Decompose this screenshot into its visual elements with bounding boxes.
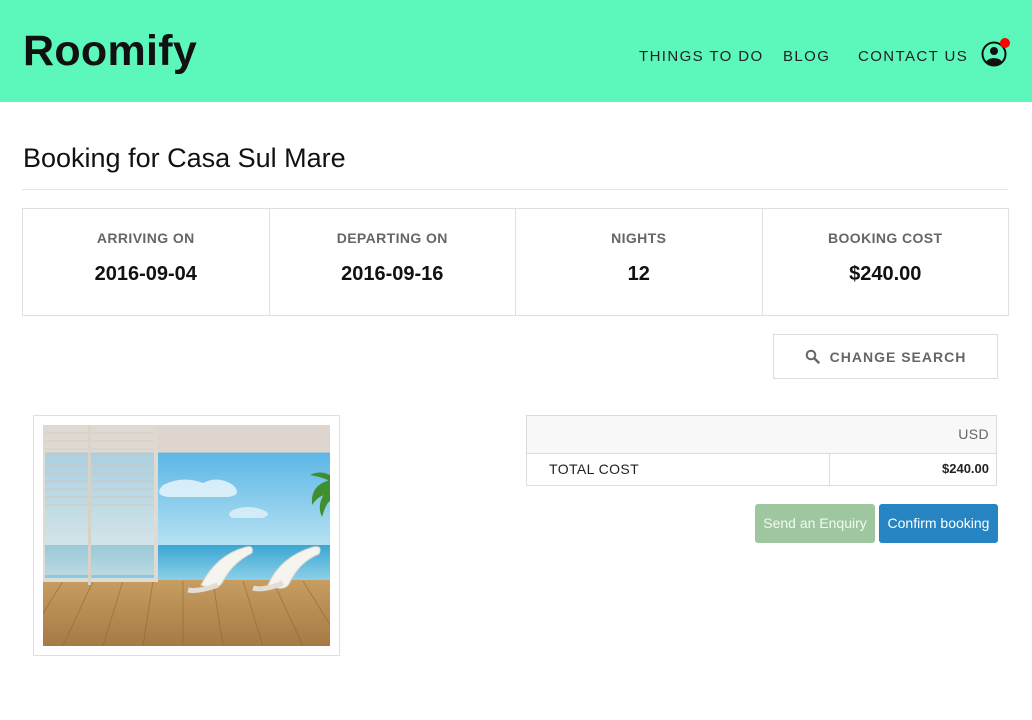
site-logo[interactable]: Roomify <box>23 27 197 76</box>
cost-table: USD TOTAL COST $240.00 <box>526 415 997 486</box>
nav-things-to-do[interactable]: THINGS TO DO <box>639 48 764 65</box>
booking-cost-value: $240.00 <box>849 263 922 285</box>
send-enquiry-button[interactable]: Send an Enquiry <box>755 504 875 543</box>
total-cost-label: TOTAL COST <box>527 454 830 485</box>
notification-badge <box>1000 38 1010 48</box>
property-photo <box>33 415 340 656</box>
nights-cell: NIGHTS 12 <box>516 209 763 315</box>
currency-header: USD <box>527 416 996 454</box>
arrival-date: 2016-09-04 <box>94 263 197 285</box>
page-title: Booking for Casa Sul Mare <box>23 143 346 173</box>
confirm-booking-button[interactable]: Confirm booking <box>879 504 998 543</box>
arrival-cell: ARRIVING ON 2016-09-04 <box>23 209 270 315</box>
nights-label: NIGHTS <box>611 230 667 246</box>
departure-date: 2016-09-16 <box>341 263 444 285</box>
change-search-button[interactable]: CHANGE SEARCH <box>773 334 998 379</box>
nav-blog[interactable]: BLOG <box>783 48 830 65</box>
search-icon <box>805 349 820 364</box>
nights-value: 12 <box>627 263 650 285</box>
total-cost-amount: $240.00 <box>942 461 989 476</box>
site-header: Roomify THINGS TO DO BLOG CONTACT US <box>0 0 1032 102</box>
booking-summary: ARRIVING ON 2016-09-04 DEPARTING ON 2016… <box>22 208 1009 316</box>
property-image <box>43 425 330 646</box>
divider <box>22 189 1008 190</box>
table-row: TOTAL COST $240.00 <box>527 454 996 485</box>
booking-cost-cell: BOOKING COST $240.00 <box>763 209 1009 315</box>
booking-cost-label: BOOKING COST <box>828 230 943 246</box>
departure-cell: DEPARTING ON 2016-09-16 <box>270 209 516 315</box>
arrival-label: ARRIVING ON <box>96 230 195 246</box>
nav-contact-us[interactable]: CONTACT US <box>858 48 968 65</box>
departure-label: DEPARTING ON <box>336 230 448 246</box>
user-account-button[interactable] <box>981 38 1010 67</box>
change-search-label: CHANGE SEARCH <box>829 348 967 365</box>
